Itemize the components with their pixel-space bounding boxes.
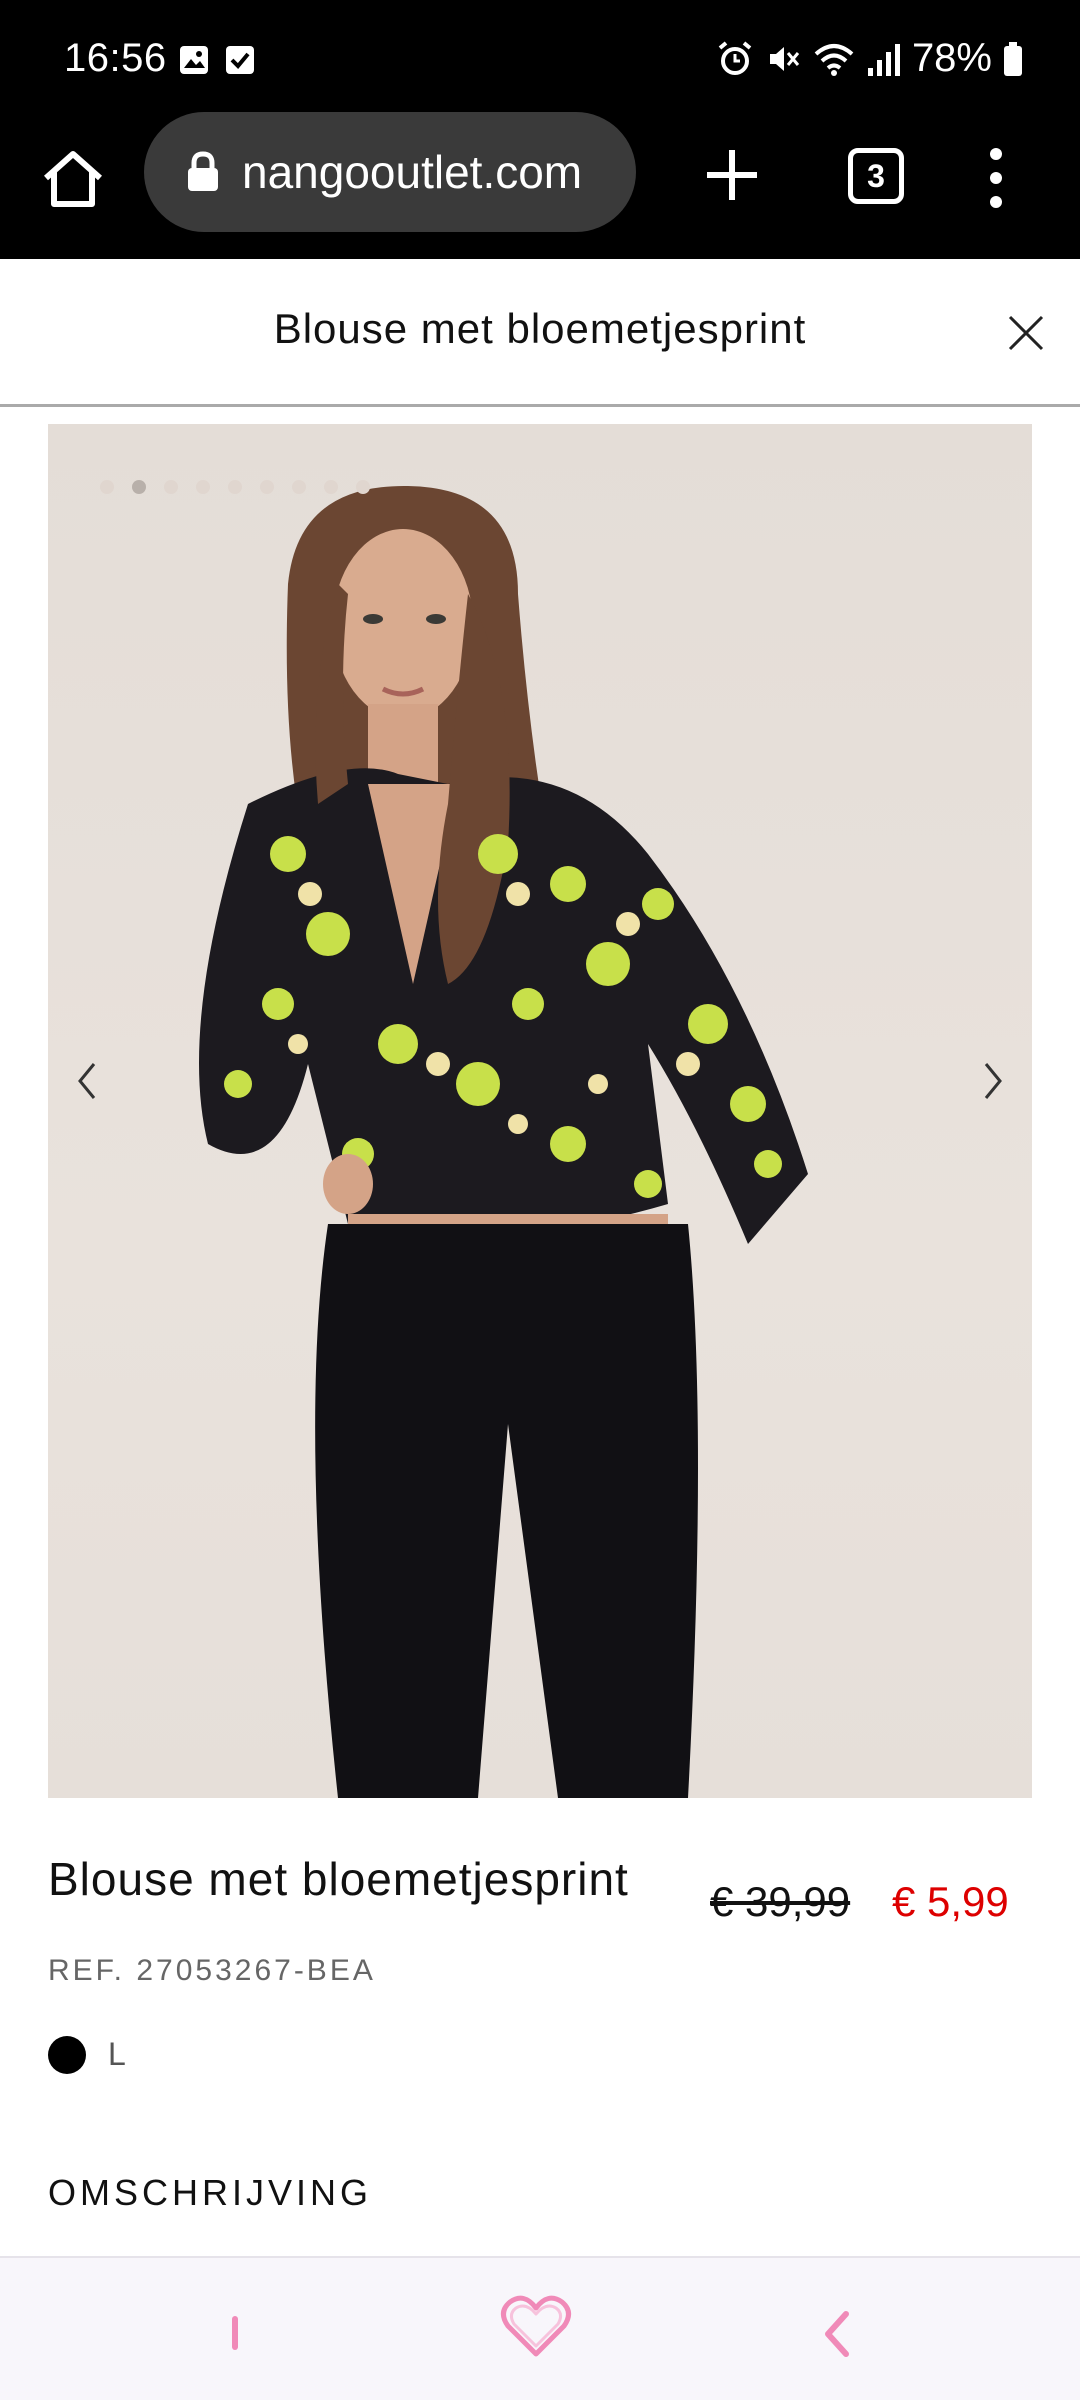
pagination-dot[interactable] (260, 480, 274, 494)
wifi-icon (814, 43, 854, 76)
tab-count: 3 (867, 157, 885, 194)
url-text: nangooutlet.com (242, 146, 583, 198)
alarm-icon (718, 40, 752, 75)
more-menu-icon[interactable] (978, 146, 1014, 210)
pagination-dot[interactable] (356, 480, 370, 494)
original-price: € 39,99 (710, 1878, 851, 1925)
product-reference: REF. 27053267-BEA (48, 1954, 376, 1987)
pagination-dot[interactable] (100, 480, 114, 494)
signal-icon (867, 43, 900, 76)
pagination-dot[interactable] (324, 480, 338, 494)
pagination-dot-active[interactable] (132, 480, 146, 494)
check-box-icon (226, 46, 254, 74)
battery-percentage: 78% (911, 36, 992, 80)
page-title: Blouse met bloemetjesprint (273, 305, 807, 352)
product-photo (199, 485, 808, 1798)
bottom-navigation-bar (0, 2256, 1080, 2400)
browser-toolbar: nangooutlet.com 3 (0, 112, 1080, 259)
new-tab-icon[interactable] (700, 140, 764, 210)
image-icon (180, 46, 208, 74)
lock-icon (188, 151, 218, 191)
description-heading[interactable]: OMSCHRIJVING (48, 2172, 372, 2214)
pagination-dot[interactable] (228, 480, 242, 494)
sale-price: € 5,99 (892, 1878, 1009, 1925)
size-label[interactable]: L (108, 2036, 126, 2073)
status-right: 78% (716, 36, 1024, 81)
page-header: Blouse met bloemetjesprint (0, 259, 1080, 407)
address-bar[interactable]: nangooutlet.com (144, 112, 636, 232)
back-icon[interactable] (818, 2306, 854, 2362)
recent-apps-icon[interactable] (220, 2308, 250, 2358)
product-name: Blouse met bloemetjesprint (48, 1853, 629, 1905)
status-left-icons (178, 44, 256, 76)
home-icon[interactable] (38, 144, 108, 214)
tab-switcher-button[interactable]: 3 (848, 148, 904, 204)
status-bar: 16:56 78% (0, 0, 1080, 118)
pagination-dot[interactable] (292, 480, 306, 494)
mute-icon (769, 46, 800, 71)
pagination-dot[interactable] (196, 480, 210, 494)
heart-home-icon[interactable] (500, 2294, 572, 2360)
status-time: 16:56 (64, 36, 167, 80)
color-swatch[interactable] (48, 2036, 86, 2074)
chevron-right-icon[interactable] (978, 1056, 1008, 1106)
chevron-left-icon[interactable] (72, 1056, 102, 1106)
image-pagination-dots (100, 480, 370, 494)
product-image-gallery[interactable] (48, 424, 1032, 1798)
battery-icon (1004, 41, 1022, 76)
close-icon[interactable] (1004, 311, 1048, 355)
pagination-dot[interactable] (164, 480, 178, 494)
